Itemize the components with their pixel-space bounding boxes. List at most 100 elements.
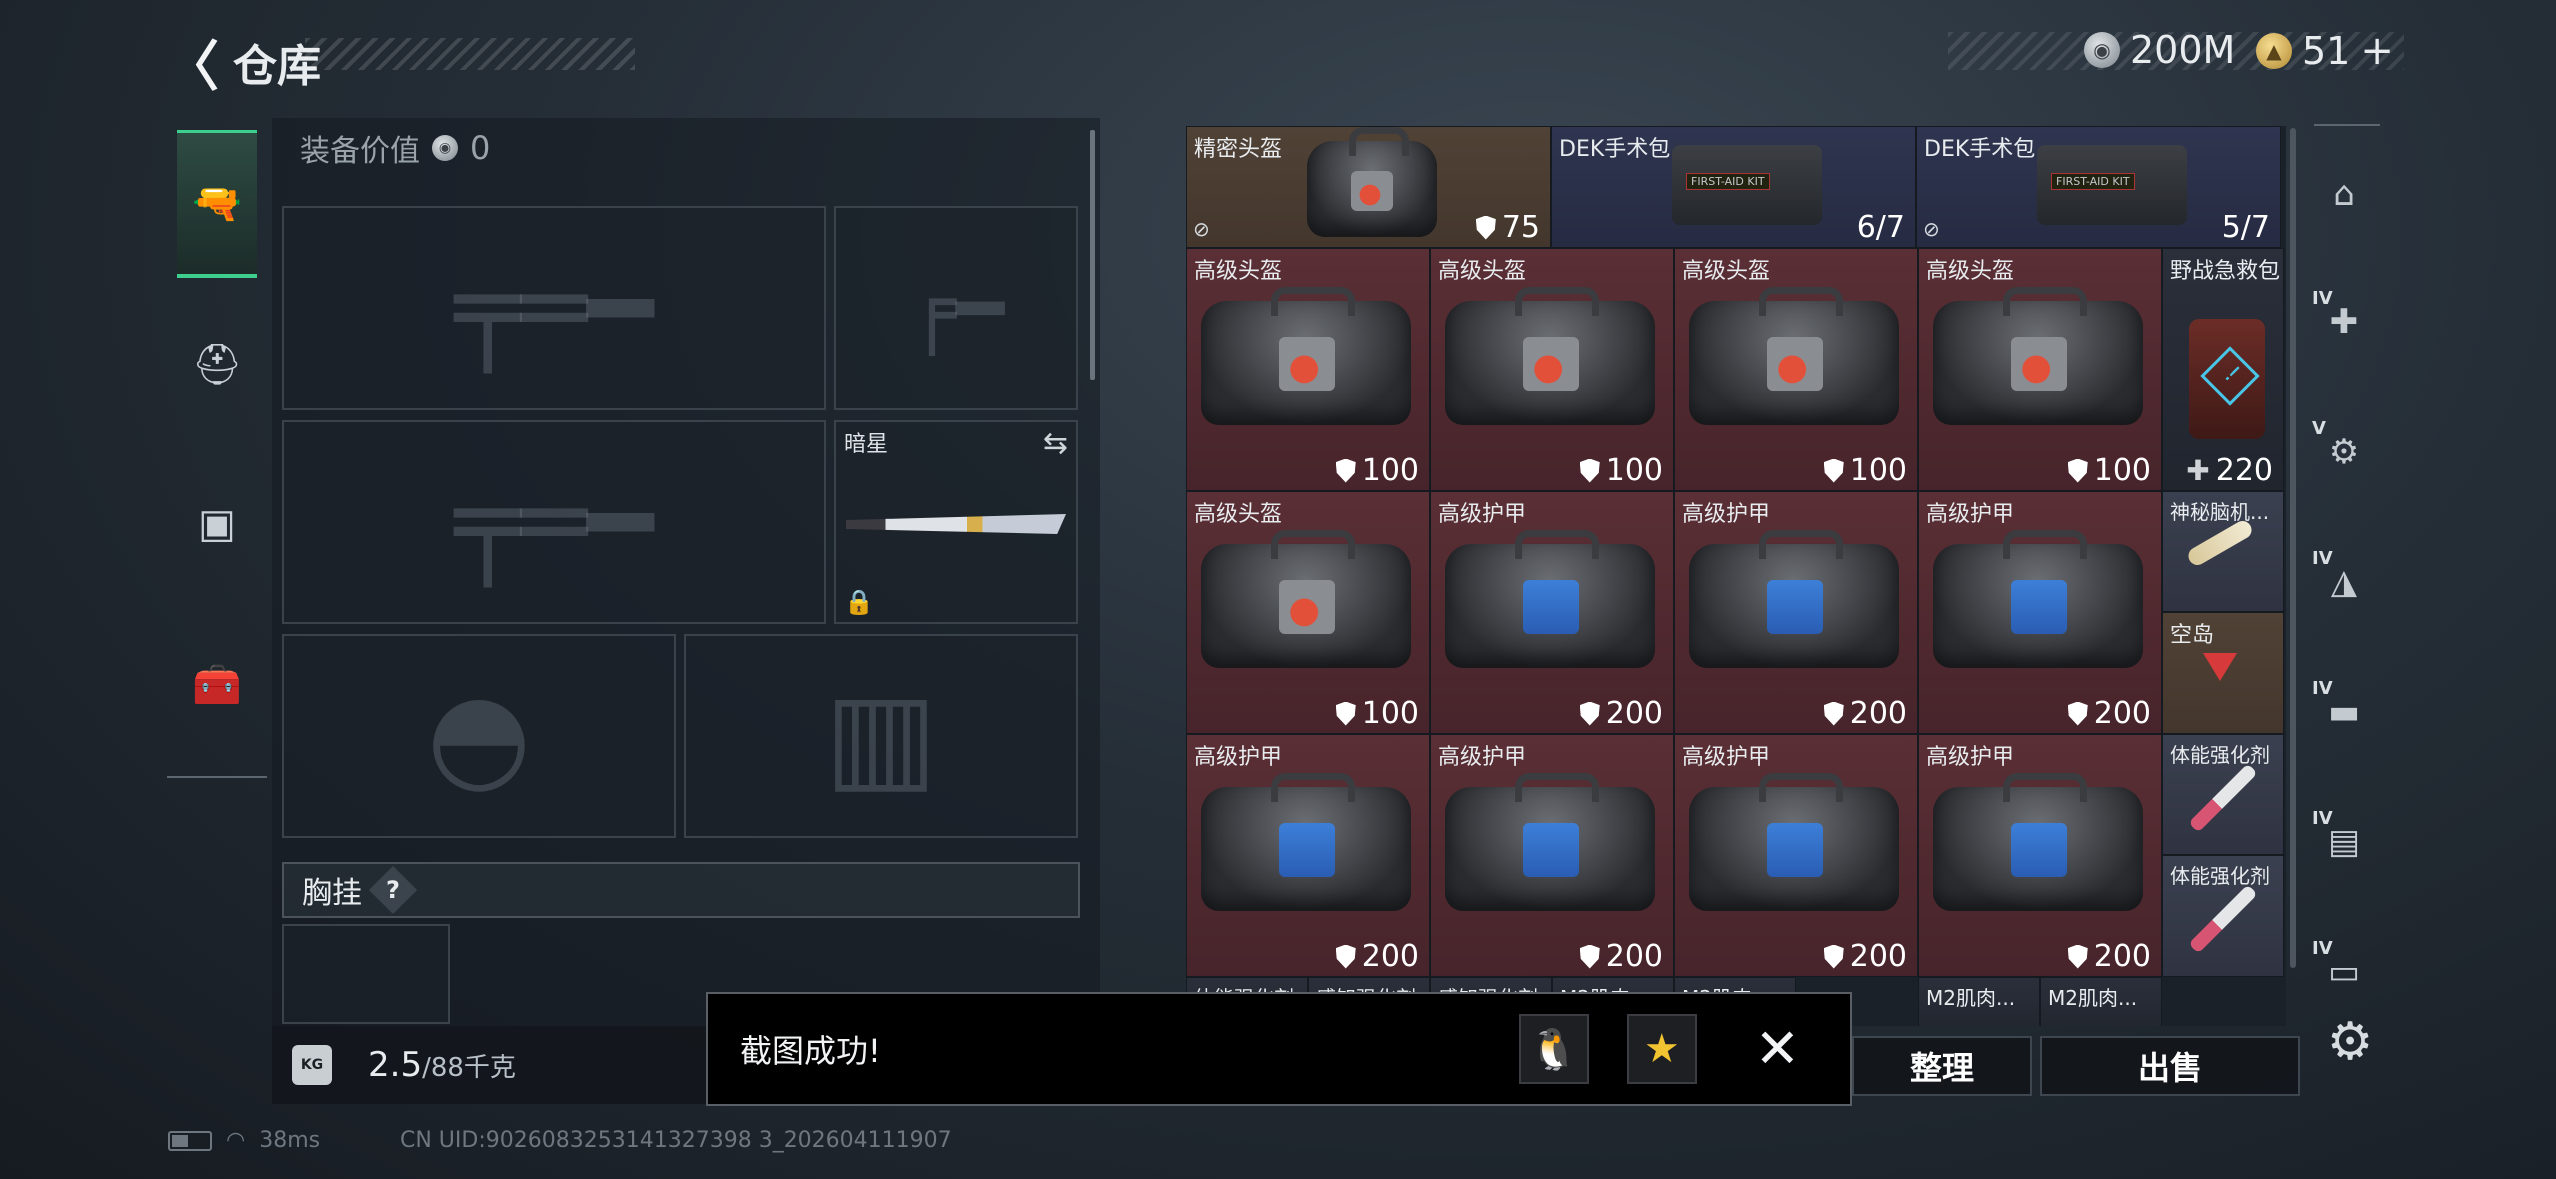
item-value: ✚ 220 bbox=[2186, 453, 2273, 488]
pistol-icon: 🔫 bbox=[192, 181, 242, 227]
item-name: 高级头盔 bbox=[1438, 259, 1527, 284]
item-name: 高级头盔 bbox=[1926, 259, 2015, 284]
shield-icon bbox=[1335, 944, 1356, 969]
wifi-icon: ◠ bbox=[226, 1128, 246, 1153]
item-value: 100 bbox=[1823, 453, 1907, 488]
item-name: DEK手术包 bbox=[1559, 137, 1671, 162]
bag-image bbox=[1933, 287, 2143, 425]
cocktail-image bbox=[2203, 653, 2237, 681]
filter-medical-button[interactable]: IV ✚ bbox=[2312, 288, 2372, 350]
inventory-item[interactable]: DEK手术包 6/7 bbox=[1551, 126, 1916, 248]
bag-image bbox=[1201, 773, 1411, 911]
surgery-kit-image bbox=[2037, 145, 2187, 225]
item-value: 100 bbox=[1579, 453, 1663, 488]
item-name: M2肌肉... bbox=[2048, 986, 2138, 1010]
tier-tag: IV bbox=[2312, 938, 2333, 959]
tab-weapons[interactable]: 🔫 bbox=[177, 130, 257, 278]
tier-tag: IV bbox=[2312, 548, 2333, 569]
filter-weapon-button[interactable]: IV ▬ bbox=[2312, 678, 2372, 740]
inventory-item[interactable]: 高级头盔 100 bbox=[1430, 248, 1674, 491]
bag-image bbox=[1933, 530, 2143, 668]
filter-misc-button[interactable]: IV ▭ bbox=[2312, 938, 2372, 1000]
pistol-slot[interactable]: ╒━ bbox=[834, 206, 1078, 410]
item-name: 高级护甲 bbox=[1682, 502, 1771, 527]
inventory-item[interactable]: 高级护甲 200 bbox=[1918, 734, 2162, 977]
equipment-tabs: 🔫 ⛑ ▣ 🧰 bbox=[167, 118, 267, 778]
melee-slot[interactable]: 暗星 ⇆ 🔒 bbox=[834, 420, 1078, 624]
inventory-item[interactable]: 精密头盔 ⊘ 75 bbox=[1186, 126, 1551, 248]
item-value: 200 bbox=[1823, 696, 1907, 731]
shield-icon bbox=[1335, 701, 1356, 726]
unbound-icon: ⊘ bbox=[1923, 217, 1940, 241]
item-value: 200 bbox=[1823, 939, 1907, 974]
tier-tag: IV bbox=[2312, 288, 2333, 309]
inventory-item[interactable]: 高级头盔 100 bbox=[1674, 248, 1918, 491]
inventory-item[interactable]: 高级护甲 200 bbox=[1918, 491, 2162, 734]
inventory-grid: 精密头盔 ⊘ 75 DEK手术包 6/7 DEK手术包 ⊘ 5/7 高级头盔 1… bbox=[1186, 126, 2286, 1026]
back-arrow-icon[interactable]: 〈 bbox=[165, 22, 219, 101]
secondary-weapon-slot[interactable]: ╤═━ bbox=[282, 420, 826, 624]
tab-armor[interactable]: ⛑ bbox=[177, 290, 257, 438]
close-icon[interactable]: ✕ bbox=[1755, 1022, 1800, 1076]
weight-current: 2.5 bbox=[368, 1045, 423, 1085]
inventory-item[interactable]: 高级护甲 200 bbox=[1430, 491, 1674, 734]
shield-icon bbox=[1823, 701, 1844, 726]
helmet-slot[interactable]: ◓ bbox=[282, 634, 676, 838]
inventory-item[interactable]: M2肌肉... bbox=[1918, 977, 2040, 1026]
inventory-item[interactable]: 高级护甲 200 bbox=[1430, 734, 1674, 977]
user-uid: CN UID:9026083253141327398 3_20260411190… bbox=[400, 1128, 952, 1153]
item-name: 高级护甲 bbox=[1926, 745, 2015, 770]
filter-ammo-button[interactable]: IV ▤ bbox=[2312, 808, 2372, 870]
filter-gear-button[interactable]: V ⚙ bbox=[2312, 418, 2372, 480]
inventory-item[interactable]: 野战急救包 ✚220 bbox=[2162, 248, 2284, 491]
qzone-share-icon[interactable]: ★ bbox=[1626, 1014, 1697, 1084]
bag-image bbox=[1689, 773, 1899, 911]
inventory-item[interactable]: 高级护甲 200 bbox=[1186, 734, 1430, 977]
inventory-item[interactable]: DEK手术包 ⊘ 5/7 bbox=[1916, 126, 2281, 248]
status-bar: ◠ 38ms bbox=[168, 1128, 320, 1153]
settings-gear-icon[interactable]: ⚙ bbox=[2320, 1012, 2380, 1072]
knife-image bbox=[846, 514, 1066, 534]
filter-all-button[interactable]: ⌂ bbox=[2316, 166, 2372, 222]
item-name: 高级头盔 bbox=[1194, 502, 1283, 527]
swap-icon[interactable]: ⇆ bbox=[1043, 426, 1068, 461]
shield-icon bbox=[1579, 944, 1600, 969]
gold-plus-icon[interactable]: + bbox=[2360, 28, 2394, 74]
sell-button[interactable]: 出售 bbox=[2040, 1036, 2300, 1096]
sort-button[interactable]: 整理 bbox=[1852, 1036, 2032, 1096]
body-armor-slot[interactable]: ▥ bbox=[684, 634, 1078, 838]
equipment-scrollbar[interactable] bbox=[1090, 130, 1095, 380]
qq-share-icon[interactable]: 🐧 bbox=[1518, 1014, 1589, 1084]
item-value: 200 bbox=[1579, 939, 1663, 974]
shield-icon bbox=[2067, 944, 2088, 969]
item-name: 精密头盔 bbox=[1194, 137, 1283, 162]
inventory-item[interactable]: 高级头盔 100 bbox=[1186, 491, 1430, 734]
inventory-item[interactable]: 高级头盔 100 bbox=[1186, 248, 1430, 491]
inventory-item[interactable]: 高级护甲 200 bbox=[1674, 491, 1918, 734]
weight-icon: KG bbox=[292, 1045, 332, 1085]
inventory-item[interactable]: M2肌肉... bbox=[2040, 977, 2162, 1026]
primary-weapon-slot[interactable]: ╤═━ bbox=[282, 206, 826, 410]
gold-currency[interactable]: ▲ 51 + bbox=[2256, 28, 2394, 74]
inventory-item[interactable]: 体能强化剂 bbox=[2162, 855, 2284, 977]
help-icon[interactable]: ? bbox=[368, 865, 418, 915]
category-rail: ⌂ IV ✚ V ⚙ IV ◮ IV ▬ IV ▤ IV ▭ bbox=[2296, 126, 2388, 1106]
item-name: 高级护甲 bbox=[1194, 745, 1283, 770]
ping-readout: 38ms bbox=[259, 1128, 321, 1153]
equipment-value-amount: 0 bbox=[470, 129, 491, 167]
inventory-item[interactable]: 高级护甲 200 bbox=[1674, 734, 1918, 977]
chest-rig-slot[interactable] bbox=[282, 924, 450, 1024]
surgery-kit-image bbox=[1672, 145, 1822, 225]
shield-icon bbox=[1579, 458, 1600, 483]
inventory-item[interactable]: 高级头盔 100 bbox=[1918, 248, 2162, 491]
bag-image bbox=[1201, 530, 1411, 668]
inventory-item[interactable]: 神秘脑机... bbox=[2162, 491, 2284, 612]
bag-image bbox=[1201, 287, 1411, 425]
item-value: 100 bbox=[1335, 453, 1419, 488]
filter-helmet-button[interactable]: IV ◮ bbox=[2312, 548, 2372, 610]
inventory-item[interactable]: 体能强化剂 bbox=[2162, 734, 2284, 855]
inventory-item[interactable]: 空岛 bbox=[2162, 612, 2284, 734]
tab-backpack[interactable]: ▣ bbox=[177, 450, 257, 598]
tab-toolbox[interactable]: 🧰 bbox=[177, 610, 257, 758]
item-name: 神秘脑机... bbox=[2170, 500, 2270, 524]
